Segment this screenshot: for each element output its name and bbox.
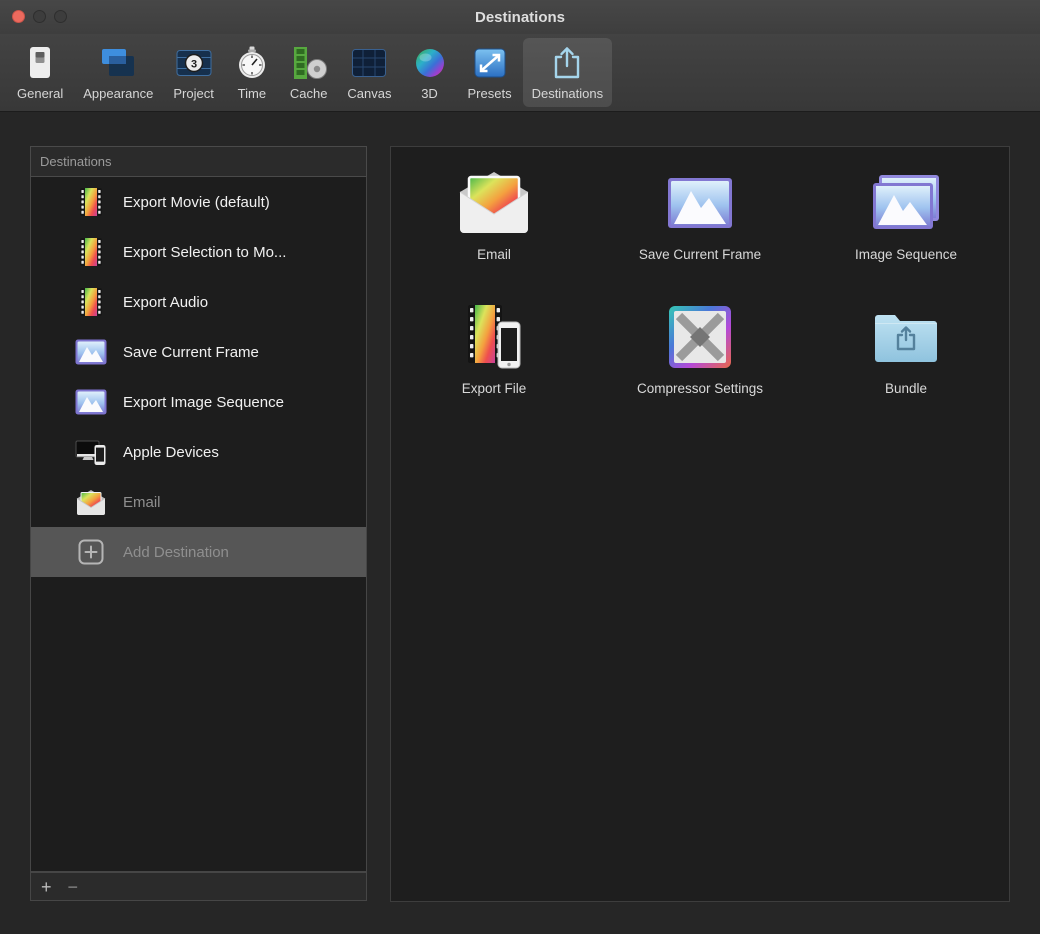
toolbar-item-label: General <box>17 86 63 101</box>
destination-option-label: Email <box>477 247 511 262</box>
photo-icon <box>667 161 733 245</box>
sidebar-item-label: Save Current Frame <box>123 344 259 361</box>
image-sequence-icon <box>871 161 941 245</box>
canvas-icon <box>351 43 387 83</box>
zoom-button[interactable] <box>54 10 67 23</box>
toolbar-item-label: Project <box>173 86 213 101</box>
sidebar-item-add-destination[interactable]: Add Destination <box>31 527 366 577</box>
sidebar-item-label: Add Destination <box>123 544 229 561</box>
toolbar-item-label: Appearance <box>83 86 153 101</box>
destination-option-image-sequence[interactable]: Image Sequence <box>803 161 1009 295</box>
destination-option-save-current-frame[interactable]: Save Current Frame <box>597 161 803 295</box>
close-button[interactable] <box>12 10 25 23</box>
toolbar-item-cache[interactable]: Cache <box>281 38 337 107</box>
toolbar-item-appearance[interactable]: Appearance <box>74 38 162 107</box>
traffic-lights <box>12 10 67 23</box>
toolbar-item-destinations[interactable]: Destinations <box>523 38 613 107</box>
toolbar-item-presets[interactable]: Presets <box>459 38 521 107</box>
sidebar-item-email[interactable]: Email <box>31 477 366 527</box>
destination-option-label: Bundle <box>885 381 927 396</box>
add-destination-button[interactable]: + <box>41 878 52 896</box>
destination-option-compressor-settings[interactable]: Compressor Settings <box>597 295 803 429</box>
general-icon <box>22 43 58 83</box>
remove-destination-button[interactable]: − <box>68 878 79 896</box>
destination-option-bundle[interactable]: Bundle <box>803 295 1009 429</box>
sidebar-item-export-image-sequence[interactable]: Export Image Sequence <box>31 377 366 427</box>
destinations-grid: Email Save Current Frame <box>391 147 1009 429</box>
appearance-icon <box>100 43 136 83</box>
destination-option-label: Image Sequence <box>855 247 957 262</box>
add-box-icon <box>75 537 107 567</box>
destinations-list: Export Movie (default) Export Selection … <box>30 177 367 872</box>
destination-option-export-file[interactable]: Export File <box>391 295 597 429</box>
filmstrip-icon <box>75 187 107 217</box>
destination-option-email[interactable]: Email <box>391 161 597 295</box>
export-file-icon <box>462 295 526 379</box>
destination-option-label: Save Current Frame <box>639 247 761 262</box>
sidebar-item-export-audio[interactable]: Export Audio <box>31 277 366 327</box>
filmstrip-icon <box>75 237 107 267</box>
sidebar-item-label: Apple Devices <box>123 444 219 461</box>
photo-icon <box>75 389 107 415</box>
minimize-button[interactable] <box>33 10 46 23</box>
toolbar-item-time[interactable]: Time <box>225 38 279 107</box>
presets-icon <box>472 43 508 83</box>
sidebar-item-label: Export Image Sequence <box>123 394 284 411</box>
sidebar-header-label: Destinations <box>40 154 112 169</box>
destination-option-label: Export File <box>462 381 527 396</box>
toolbar-item-label: Cache <box>290 86 328 101</box>
sidebar-item-label: Export Movie (default) <box>123 194 270 211</box>
sidebar-item-save-current-frame[interactable]: Save Current Frame <box>31 327 366 377</box>
sidebar-item-label: Export Audio <box>123 294 208 311</box>
toolbar-item-project[interactable]: 3 Project <box>164 38 222 107</box>
destination-option-label: Compressor Settings <box>637 381 763 396</box>
toolbar-item-3d[interactable]: 3D <box>403 38 457 107</box>
preferences-toolbar: General Appearance 3 Project <box>0 34 1040 112</box>
devices-icon <box>75 438 107 466</box>
sidebar-item-export-movie[interactable]: Export Movie (default) <box>31 177 366 227</box>
sidebar-item-apple-devices[interactable]: Apple Devices <box>31 427 366 477</box>
window-title: Destinations <box>475 9 565 26</box>
share-icon <box>549 43 585 83</box>
toolbar-item-label: Time <box>238 86 266 101</box>
destinations-panel: Email Save Current Frame <box>390 146 1010 902</box>
toolbar-item-label: Canvas <box>347 86 391 101</box>
sidebar-item-label: Email <box>123 494 161 511</box>
toolbar-item-canvas[interactable]: Canvas <box>338 38 400 107</box>
time-icon <box>234 43 270 83</box>
toolbar-item-label: Presets <box>468 86 512 101</box>
compressor-icon <box>664 295 736 379</box>
toolbar-item-general[interactable]: General <box>8 38 72 107</box>
project-icon: 3 <box>176 43 212 83</box>
filmstrip-icon <box>75 287 107 317</box>
email-icon <box>455 161 533 245</box>
title-bar[interactable]: Destinations <box>0 0 1040 34</box>
photo-icon <box>75 339 107 365</box>
sphere-3d-icon <box>412 43 448 83</box>
bundle-folder-icon <box>870 295 942 379</box>
envelope-icon <box>75 489 107 516</box>
toolbar-item-label: 3D <box>421 86 438 101</box>
project-badge: 3 <box>191 59 197 71</box>
sidebar-item-export-selection[interactable]: Export Selection to Mo... <box>31 227 366 277</box>
sidebar-item-label: Export Selection to Mo... <box>123 244 286 261</box>
cache-icon <box>291 43 327 83</box>
sidebar-header: Destinations <box>30 146 367 177</box>
sidebar-footer: + − <box>30 872 367 901</box>
toolbar-item-label: Destinations <box>532 86 604 101</box>
